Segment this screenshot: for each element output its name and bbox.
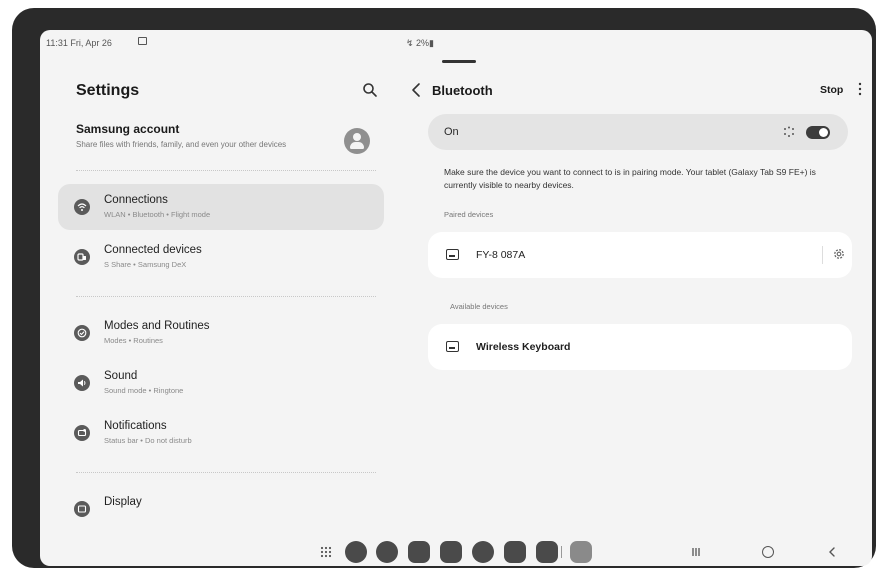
sidebar-item-sound[interactable]: Sound Sound mode • Ringtone [58, 360, 384, 406]
page-title: Bluetooth [432, 83, 493, 98]
sidebar-item-sub: Modes • Routines [104, 336, 163, 345]
search-icon[interactable] [362, 82, 378, 98]
available-device-item[interactable]: Wireless Keyboard [428, 324, 852, 370]
calendar-icon [138, 37, 147, 45]
connected-devices-icon [74, 249, 90, 265]
samsung-account-item[interactable]: Samsung account Share files with friends… [76, 122, 376, 154]
sidebar-item-label: Modes and Routines [104, 320, 210, 332]
stop-button[interactable]: Stop [820, 84, 843, 96]
device-name: FY-8 087A [476, 249, 526, 261]
tablet-screen: 11:31 Fri, Apr 26 ↯ 2%▮ Settings Samsung… [40, 30, 872, 566]
camera-app-icon[interactable] [504, 541, 526, 563]
toggle-label: On [444, 126, 459, 138]
device-name: Wireless Keyboard [476, 341, 571, 353]
sidebar-item-modes-routines[interactable]: Modes and Routines Modes • Routines [58, 310, 384, 356]
taskbar [40, 540, 872, 566]
sidebar-item-sub: Status bar • Do not disturb [104, 436, 192, 445]
keyboard-icon [446, 341, 459, 352]
page-title: Settings [76, 82, 140, 99]
sidebar-item-label: Notifications [104, 420, 167, 432]
status-bar: 11:31 Fri, Apr 26 ↯ 2%▮ [40, 30, 872, 52]
screenshot-frame: 11:31 Fri, Apr 26 ↯ 2%▮ Settings Samsung… [0, 0, 882, 573]
bell-icon [74, 425, 90, 441]
display-icon [74, 501, 90, 517]
contacts-app-icon[interactable] [440, 541, 462, 563]
settings-panel: Settings Samsung account Share files wit… [58, 70, 392, 540]
more-options-icon[interactable] [858, 82, 862, 96]
gallery-app-icon[interactable] [570, 541, 592, 563]
back-icon[interactable] [410, 82, 424, 98]
pairing-info-text: Make sure the device you want to connect… [444, 167, 816, 190]
sidebar-item-sub: Sound mode • Ringtone [104, 386, 184, 395]
keyboard-icon [446, 249, 459, 260]
divider [76, 170, 376, 171]
speaker-icon [74, 375, 90, 391]
check-circle-icon [74, 325, 90, 341]
divider [76, 296, 376, 297]
settings-app-icon[interactable] [376, 541, 398, 563]
avatar [344, 128, 370, 154]
sidebar-item-label: Connections [104, 194, 168, 206]
scan-icon[interactable] [782, 125, 796, 139]
nav-back-button[interactable] [826, 546, 838, 558]
home-button[interactable] [762, 546, 774, 558]
sidebar-item-label: Sound [104, 370, 138, 382]
sidebar-item-sub: S Share • Samsung DeX [104, 260, 187, 269]
gear-icon[interactable] [832, 247, 846, 261]
wifi-icon [74, 199, 90, 215]
calendar-app-icon[interactable] [408, 541, 430, 563]
sidebar-item-label: Connected devices [104, 244, 202, 256]
paired-devices-heading: Paired devices [444, 210, 494, 219]
account-description: Share files with friends, family, and ev… [76, 140, 287, 149]
browser-app-icon[interactable] [345, 541, 367, 563]
sidebar-item-sub: WLAN • Bluetooth • Flight mode [104, 210, 211, 219]
tablet-bezel: 11:31 Fri, Apr 26 ↯ 2%▮ Settings Samsung… [12, 8, 876, 568]
sidebar-item-display[interactable]: Display [58, 486, 384, 532]
available-devices-heading: Available devices [450, 302, 508, 311]
divider [76, 472, 376, 473]
app-drawer-icon[interactable] [320, 546, 332, 558]
status-time: 11:31 Fri, Apr 26 [46, 38, 112, 48]
bluetooth-toggle[interactable] [806, 126, 830, 139]
paired-device-item[interactable]: FY-8 087A [428, 232, 852, 278]
dock-divider [561, 546, 562, 558]
sidebar-item-notifications[interactable]: Notifications Status bar • Do not distur… [58, 410, 384, 456]
sidebar-item-connections[interactable]: Connections WLAN • Bluetooth • Flight mo… [58, 184, 384, 230]
sidebar-item-connected-devices[interactable]: Connected devices S Share • Samsung DeX [58, 234, 384, 280]
bluetooth-panel: Bluetooth Stop On Make sure the device y… [406, 70, 872, 540]
recent-app-icon[interactable] [536, 541, 558, 563]
divider [822, 246, 823, 264]
recents-button[interactable] [690, 546, 702, 558]
sidebar-item-label: Display [104, 496, 142, 508]
chat-app-icon[interactable] [472, 541, 494, 563]
bluetooth-toggle-row[interactable]: On [428, 114, 848, 150]
split-drag-handle[interactable] [442, 60, 476, 63]
account-name: Samsung account [76, 122, 180, 136]
